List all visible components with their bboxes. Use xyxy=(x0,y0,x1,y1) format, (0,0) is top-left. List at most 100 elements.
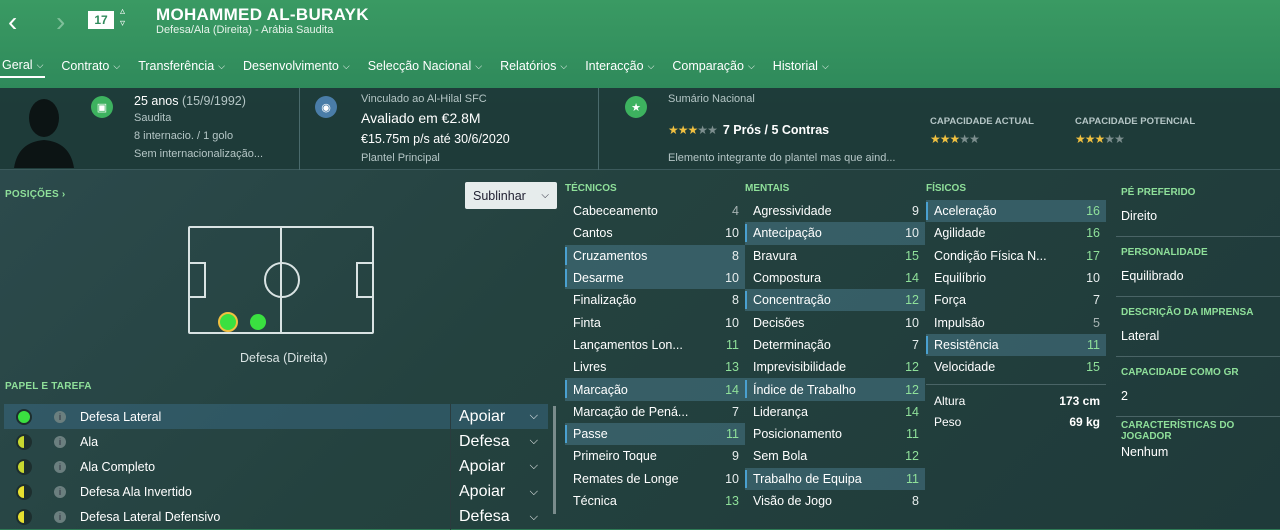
tab-relatorios[interactable]: Relatórios ⌵ xyxy=(498,54,569,78)
attribute-row-visao-de-jogo[interactable]: Visão de Jogo 8 xyxy=(745,490,925,512)
star-filled-icon: ★ xyxy=(687,123,699,137)
attribute-row-passe[interactable]: Passe 11 xyxy=(565,422,745,446)
attribute-value: 7 xyxy=(1093,293,1100,308)
info-icon[interactable]: i xyxy=(54,460,66,473)
natural-position-dot[interactable] xyxy=(218,312,238,332)
back-arrow-icon[interactable]: ‹ xyxy=(8,8,17,36)
summary-text: Elemento integrante do plantel mas que a… xyxy=(668,152,896,164)
attribute-value: 11 xyxy=(726,427,739,442)
tab-desenvolvimento[interactable]: Desenvolvimento ⌵ xyxy=(241,54,352,78)
traits-value[interactable]: Nenhum xyxy=(1121,445,1168,459)
attribute-row-antecipacao[interactable]: Antecipação 10 xyxy=(745,222,925,245)
attribute-value: 12 xyxy=(905,293,919,308)
duty-dropdown[interactable]: Defesa ⌵ xyxy=(450,504,546,530)
positions-label[interactable]: POSIÇÕES › xyxy=(5,189,65,200)
attribute-row-tecnica[interactable]: Técnica 13 xyxy=(565,490,745,512)
duty-dropdown[interactable]: Apoiar ⌵ xyxy=(450,404,546,429)
highlight-dropdown[interactable]: Sublinhar ⌵ xyxy=(465,182,557,209)
attribute-row-cruzamentos[interactable]: Cruzamentos 8 xyxy=(565,244,745,267)
attribute-row-forca[interactable]: Força 7 xyxy=(926,289,1106,311)
attribute-value: 7 xyxy=(912,337,919,352)
info-icon[interactable]: i xyxy=(54,511,66,524)
secondary-position-dot[interactable] xyxy=(250,314,266,330)
divider xyxy=(1116,236,1280,237)
tab-transferencia[interactable]: Transferência ⌵ xyxy=(136,54,227,78)
attribute-value: 16 xyxy=(1086,204,1100,219)
attribute-row-cabeceamento[interactable]: Cabeceamento 4 xyxy=(565,200,745,222)
chevron-down-icon: ⌵ xyxy=(529,485,538,498)
star-filled-icon: ★ xyxy=(1094,132,1106,146)
attribute-name: Finalização xyxy=(573,293,637,308)
attribute-row-marcacao[interactable]: Marcação 14 xyxy=(565,378,745,401)
tab-comparacao[interactable]: Comparação ⌵ xyxy=(670,54,756,78)
intl-status-text[interactable]: Sem internacionalização... xyxy=(134,148,263,160)
club-badge-icon[interactable]: ◉ xyxy=(315,96,337,118)
attribute-row-lideranca[interactable]: Liderança 14 xyxy=(745,401,925,423)
attribute-row-sem-bola[interactable]: Sem Bola 12 xyxy=(745,445,925,467)
attribute-row-compostura[interactable]: Compostura 14 xyxy=(745,267,925,289)
player-name: MOHAMMED AL-BURAYK xyxy=(156,5,369,24)
attribute-row-imprevisibilidade[interactable]: Imprevisibilidade 12 xyxy=(745,356,925,378)
attribute-name: Marcação de Pená... xyxy=(573,404,689,419)
nationality-text: Saudita xyxy=(134,112,172,124)
squad-number-icon[interactable]: 17 xyxy=(88,11,114,29)
attribute-row-aceleracao[interactable]: Aceleração 16 xyxy=(926,200,1106,223)
attribute-value: 8 xyxy=(732,293,739,308)
chevron-down-icon[interactable]: ▿ xyxy=(120,18,125,29)
forward-arrow-icon[interactable]: › xyxy=(56,8,65,36)
attribute-row-remates-de-longe[interactable]: Remates de Longe 10 xyxy=(565,468,745,490)
duty-dropdown[interactable]: Apoiar ⌵ xyxy=(450,454,546,480)
attribute-row-agilidade[interactable]: Agilidade 16 xyxy=(926,222,1106,244)
divider xyxy=(1116,296,1280,297)
attribute-row-primeiro-toque[interactable]: Primeiro Toque 9 xyxy=(565,445,745,467)
tab-seleccao-nacional[interactable]: Selecção Nacional ⌵ xyxy=(366,54,484,78)
attribute-row-equilibrio[interactable]: Equilíbrio 10 xyxy=(926,267,1106,289)
caps-text: 8 internacio. / 1 golo xyxy=(134,130,234,142)
attribute-row-bravura[interactable]: Bravura 15 xyxy=(745,245,925,267)
physical-label: FÍSICOS xyxy=(926,183,967,194)
attribute-row-posicionamento[interactable]: Posicionamento 11 xyxy=(745,423,925,445)
club-text[interactable]: Vinculado ao Al-Hilal SFC xyxy=(361,93,487,105)
attribute-row-indice-de-trabalho[interactable]: Índice de Trabalho 12 xyxy=(745,378,925,401)
attribute-row-decisoes[interactable]: Decisões 10 xyxy=(745,311,925,333)
tab-geral[interactable]: Geral ⌵ xyxy=(0,54,46,78)
attribute-row-trabalho-de-equipa[interactable]: Trabalho de Equipa 11 xyxy=(745,467,925,490)
duty-dropdown[interactable]: Apoiar ⌵ xyxy=(450,479,546,505)
duty-dropdown[interactable]: Defesa ⌵ xyxy=(450,429,546,455)
attribute-value: 10 xyxy=(725,471,739,486)
tab-contrato[interactable]: Contrato ⌵ xyxy=(59,54,122,78)
attribute-row-cantos[interactable]: Cantos 10 xyxy=(565,222,745,244)
roles-scrollbar[interactable] xyxy=(553,406,556,514)
attribute-row-agressividade[interactable]: Agressividade 9 xyxy=(745,200,925,222)
value-text: Avaliado em €2.8M xyxy=(361,110,481,126)
tab-interaccao[interactable]: Interacção ⌵ xyxy=(583,54,656,78)
attribute-row-livres[interactable]: Livres 13 xyxy=(565,356,745,378)
player-position-nation: Defesa/Ala (Direita) - Arábia Saudita xyxy=(156,24,334,36)
info-icon[interactable]: i xyxy=(54,435,66,448)
attribute-row-finalizacao[interactable]: Finalização 8 xyxy=(565,289,745,311)
star-empty-icon: ★ xyxy=(707,123,718,137)
attribute-value: 15 xyxy=(1086,360,1100,375)
attribute-row-marcacao-de-pena[interactable]: Marcação de Pená... 7 xyxy=(565,401,745,423)
attribute-row-lancamentos-lon[interactable]: Lançamentos Lon... 11 xyxy=(565,334,745,356)
attribute-row-resistencia[interactable]: Resistência 11 xyxy=(926,333,1106,357)
tab-historial[interactable]: Historial ⌵ xyxy=(771,54,831,78)
role-suitability-icon xyxy=(16,408,32,425)
chevron-up-icon[interactable]: ▵ xyxy=(120,6,125,17)
attribute-row-determinacao[interactable]: Determinação 7 xyxy=(745,334,925,356)
squad-text[interactable]: Plantel Principal xyxy=(361,152,440,164)
shirt-icon: ▣ xyxy=(91,96,113,118)
info-icon[interactable]: i xyxy=(54,410,66,423)
attribute-name: Passe xyxy=(573,427,608,442)
attribute-row-concentracao[interactable]: Concentração 12 xyxy=(745,289,925,312)
attribute-row-condicao-fisica-n[interactable]: Condição Física N... 17 xyxy=(926,245,1106,267)
pa-label: CAPACIDADE POTENCIAL xyxy=(1075,116,1196,127)
attribute-row-finta[interactable]: Finta 10 xyxy=(565,311,745,333)
duty-label: Apoiar xyxy=(459,407,506,425)
star-filled-icon: ★ xyxy=(939,132,951,146)
attribute-row-impulsao[interactable]: Impulsão 5 xyxy=(926,311,1106,333)
attribute-row-desarme[interactable]: Desarme 10 xyxy=(565,266,745,290)
info-icon[interactable]: i xyxy=(54,486,66,499)
attribute-name: Cantos xyxy=(573,226,613,241)
attribute-row-velocidade[interactable]: Velocidade 15 xyxy=(926,356,1106,378)
